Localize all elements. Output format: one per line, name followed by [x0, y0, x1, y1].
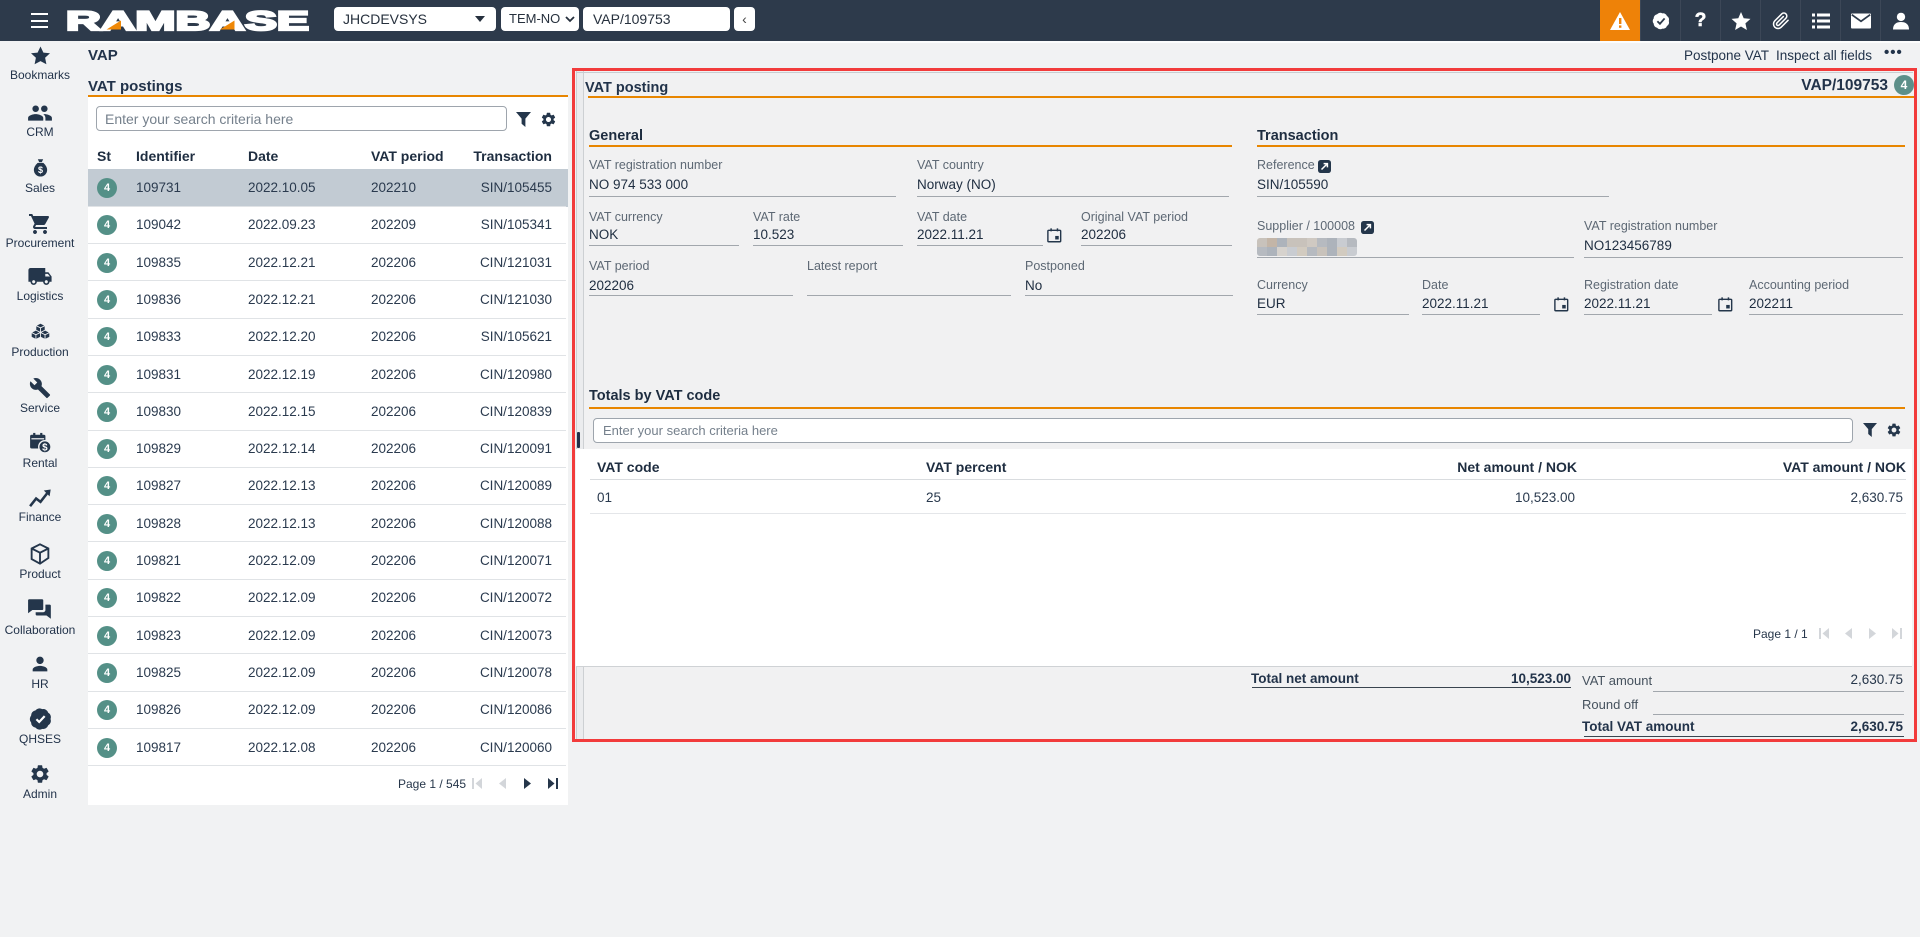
svg-text:RAMBASE: RAMBASE	[66, 6, 309, 35]
svg-text:$: $	[37, 165, 42, 175]
svg-text:$: $	[42, 443, 48, 454]
